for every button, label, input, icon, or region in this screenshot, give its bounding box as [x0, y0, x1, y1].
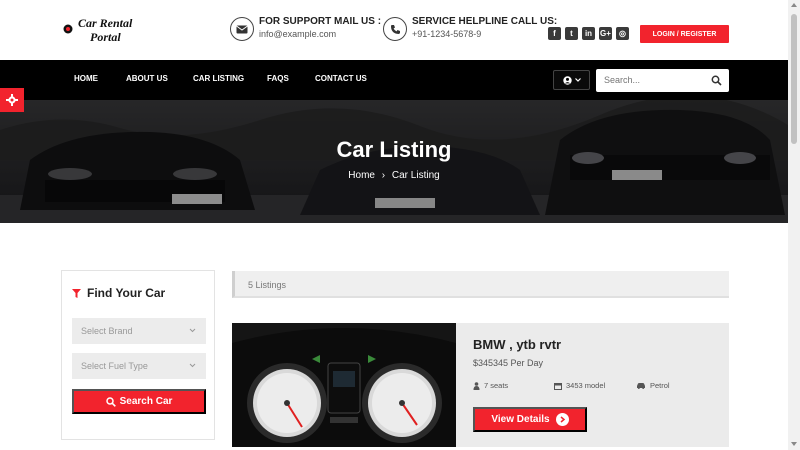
spec-seats: 7 seats — [473, 381, 508, 390]
nav-contact-us[interactable]: CONTACT US — [315, 74, 367, 83]
main-nav: HOME ABOUT US CAR LISTING FAQS CONTACT U… — [0, 60, 788, 100]
calendar-icon — [554, 382, 562, 390]
breadcrumb-separator-icon: › — [381, 170, 386, 181]
view-details-label: View Details — [491, 414, 550, 425]
listing-count: 5 Listings — [248, 280, 287, 290]
breadcrumb-current: Car Listing — [391, 170, 440, 181]
car-image[interactable] — [232, 323, 456, 447]
breadcrumb: Home › Car Listing — [0, 170, 788, 181]
breadcrumb-home[interactable]: Home — [348, 170, 375, 181]
car-listing-card: BMW , ytb rvtr $345345 Per Day 7 seats 3… — [232, 323, 729, 447]
select-fuel-type-dropdown[interactable]: Select Fuel Type — [72, 353, 206, 379]
instagram-icon[interactable]: ◎ — [616, 27, 629, 40]
select-brand-value: Select Brand — [81, 326, 133, 336]
nav-car-listing[interactable]: CAR LISTING — [193, 74, 244, 83]
find-your-car-panel: Find Your Car Select Brand Select Fuel T… — [61, 270, 215, 440]
spec-model: 3453 model — [554, 381, 605, 390]
listing-count-bar: 5 Listings — [232, 271, 729, 298]
settings-tab[interactable] — [0, 88, 24, 112]
fuel-value: Petrol — [650, 381, 670, 390]
phone-icon — [383, 17, 407, 41]
site-search — [596, 69, 729, 92]
site-logo[interactable]: Car Rental Portal — [62, 16, 142, 46]
view-details-button[interactable]: View Details — [473, 407, 587, 432]
twitter-icon[interactable]: t — [565, 27, 578, 40]
login-register-button[interactable]: LOGIN / REGISTER — [640, 25, 729, 43]
nav-about-us[interactable]: ABOUT US — [126, 74, 168, 83]
user-circle-icon — [562, 75, 572, 85]
chevron-down-icon — [189, 363, 196, 368]
nav-home[interactable]: HOME — [74, 74, 98, 83]
search-car-button[interactable]: Search Car — [72, 389, 206, 414]
page-title: Car Listing — [336, 137, 452, 162]
envelope-icon — [230, 17, 254, 41]
logo-text-line1: Car Rental — [78, 16, 133, 30]
car-icon — [637, 383, 645, 389]
service-helpline: SERVICE HELPLINE CALL US: +91-1234-5678-… — [383, 16, 557, 44]
chevron-down-icon — [574, 78, 581, 82]
support-mail-title: FOR SUPPORT MAIL US : — [259, 16, 382, 27]
spec-fuel: Petrol — [636, 381, 670, 390]
search-input[interactable] — [604, 73, 704, 87]
support-mail-value[interactable]: info@example.com — [259, 29, 336, 39]
google-plus-icon[interactable]: G+ — [599, 27, 612, 40]
scroll-up-arrow-icon[interactable] — [791, 3, 797, 7]
user-menu-button[interactable] — [553, 70, 590, 90]
search-car-label: Search Car — [119, 396, 173, 407]
chevron-down-icon — [189, 328, 196, 333]
hero-banner: Car Listing Home › Car Listing — [0, 100, 788, 223]
search-icon — [105, 396, 116, 407]
page-scrollbar[interactable] — [788, 0, 800, 450]
social-links: f t in G+ ◎ — [548, 27, 629, 41]
select-fuel-value: Select Fuel Type — [81, 361, 148, 371]
nav-faqs[interactable]: FAQS — [267, 74, 289, 83]
logo-text-line2: Portal — [90, 30, 121, 44]
page: Car Rental Portal FOR SUPPORT MAIL US : … — [0, 0, 800, 450]
seats-value: 7 seats — [484, 381, 509, 390]
support-mail: FOR SUPPORT MAIL US : info@example.com — [230, 16, 381, 44]
linkedin-icon[interactable]: in — [582, 27, 595, 40]
car-name[interactable]: BMW , ytb rvtr — [473, 337, 561, 352]
helpline-value[interactable]: +91-1234-5678-9 — [412, 29, 481, 39]
car-price: $345345 Per Day — [473, 358, 544, 368]
arrow-right-icon — [555, 413, 569, 426]
filter-title: Find Your Car — [87, 286, 166, 300]
helpline-title: SERVICE HELPLINE CALL US: — [412, 16, 558, 27]
search-icon[interactable] — [711, 75, 722, 86]
facebook-icon[interactable]: f — [548, 27, 561, 40]
user-icon — [473, 381, 480, 390]
select-brand-dropdown[interactable]: Select Brand — [72, 318, 206, 344]
gear-icon — [6, 94, 18, 106]
car-logo-icon — [63, 24, 73, 34]
filter-heading: Find Your Car — [72, 286, 165, 300]
scroll-down-arrow-icon[interactable] — [791, 442, 797, 446]
filter-icon — [72, 288, 81, 298]
model-value: 3453 model — [566, 381, 606, 390]
top-header: Car Rental Portal FOR SUPPORT MAIL US : … — [0, 0, 788, 60]
scroll-thumb[interactable] — [791, 14, 797, 144]
